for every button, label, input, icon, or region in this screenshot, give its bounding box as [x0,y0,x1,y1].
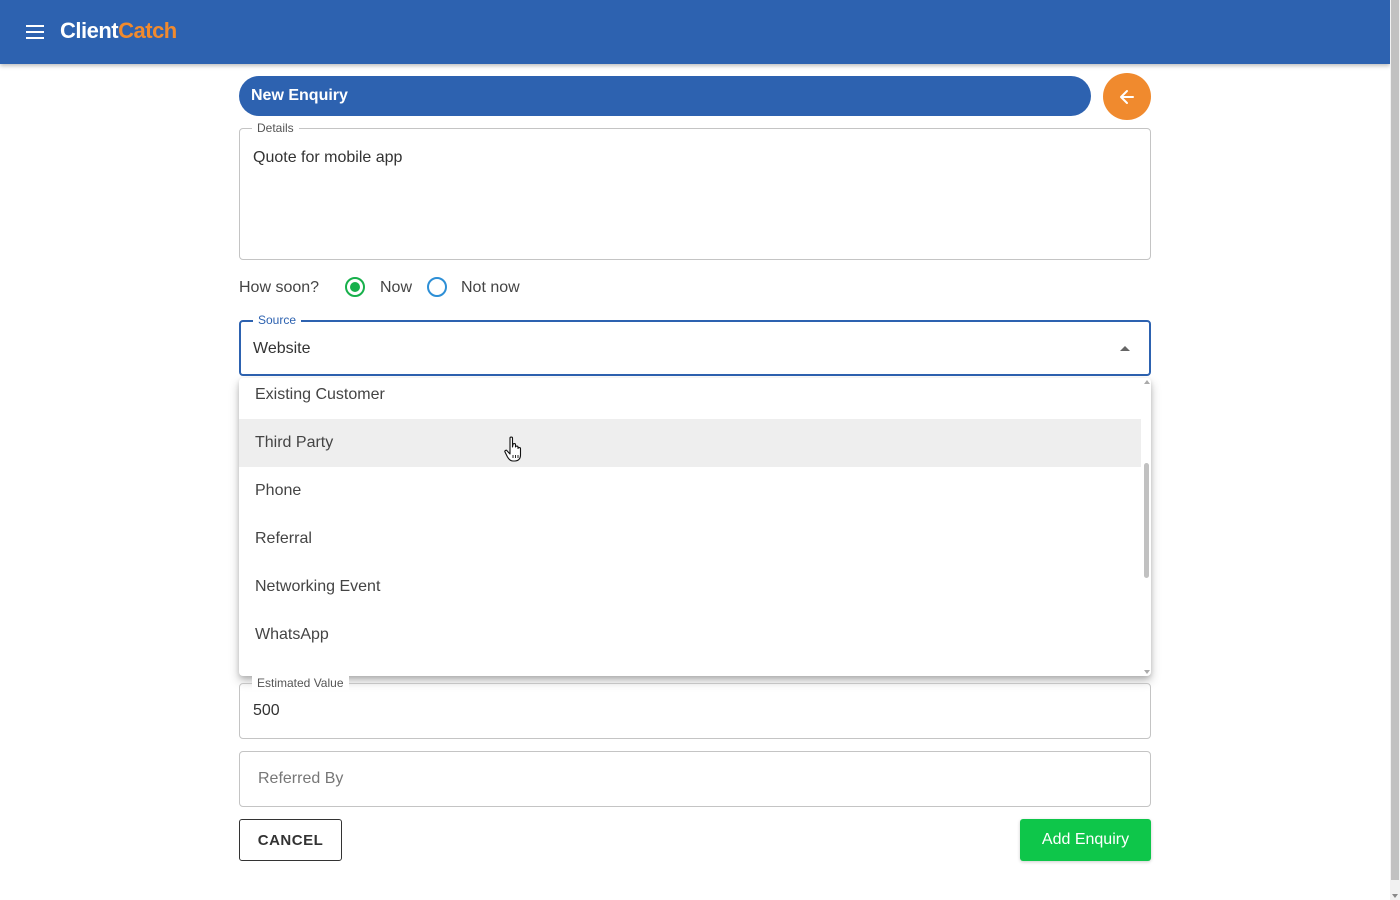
option-existing-customer[interactable]: Existing Customer [239,378,1141,419]
dropdown-scroll-up-icon[interactable] [1144,380,1150,384]
radio-now-label[interactable]: Now [380,279,412,297]
estimated-value-input[interactable]: 500 [253,702,280,720]
page-scrollbar[interactable] [1390,0,1400,900]
estimated-value-field[interactable]: Estimated Value 500 [239,676,1151,739]
dropdown-scrollbar[interactable] [1141,378,1151,676]
page-title: New Enquiry [239,76,1091,116]
details-value[interactable]: Quote for mobile app [253,149,402,167]
details-legend: Details [252,121,299,135]
add-enquiry-button[interactable]: Add Enquiry [1020,819,1151,861]
estimated-value-legend: Estimated Value [252,676,349,690]
app-bar: ClientCatch [0,0,1390,64]
radio-now[interactable] [345,277,365,297]
scroll-down-arrow-icon[interactable] [1392,894,1398,898]
radio-not-now[interactable] [427,277,447,297]
dropdown-scrollbar-thumb[interactable] [1144,463,1149,578]
source-selected-value[interactable]: Website [253,340,311,358]
source-select[interactable]: Source Website [239,313,1151,376]
caret-up-icon[interactable] [1120,346,1130,351]
back-button[interactable] [1103,73,1151,120]
logo-text-client: Client [60,18,119,43]
hamburger-menu-icon[interactable] [24,22,48,42]
option-phone[interactable]: Phone [239,467,1141,515]
how-soon-label: How soon? [239,279,320,296]
hand-pointer-cursor-icon [504,436,522,462]
radio-not-now-label[interactable]: Not now [461,279,520,297]
cancel-button[interactable]: CANCEL [239,819,342,861]
option-whatsapp[interactable]: WhatsApp [239,611,1141,659]
dropdown-scroll-down-icon[interactable] [1144,670,1150,674]
option-networking-event[interactable]: Networking Event [239,563,1141,611]
option-third-party[interactable]: Third Party [239,419,1141,467]
source-dropdown-menu: Existing Customer Third Party Phone Refe… [239,378,1151,676]
app-logo: ClientCatch [60,18,177,44]
source-legend: Source [253,313,302,327]
option-referral[interactable]: Referral [239,515,1141,563]
referred-by-input[interactable] [239,751,1151,807]
arrow-left-icon [1120,90,1134,104]
page-scrollbar-thumb[interactable] [1391,0,1399,880]
logo-text-catch: Catch [118,18,177,43]
details-field[interactable]: Details Quote for mobile app [239,121,1151,260]
